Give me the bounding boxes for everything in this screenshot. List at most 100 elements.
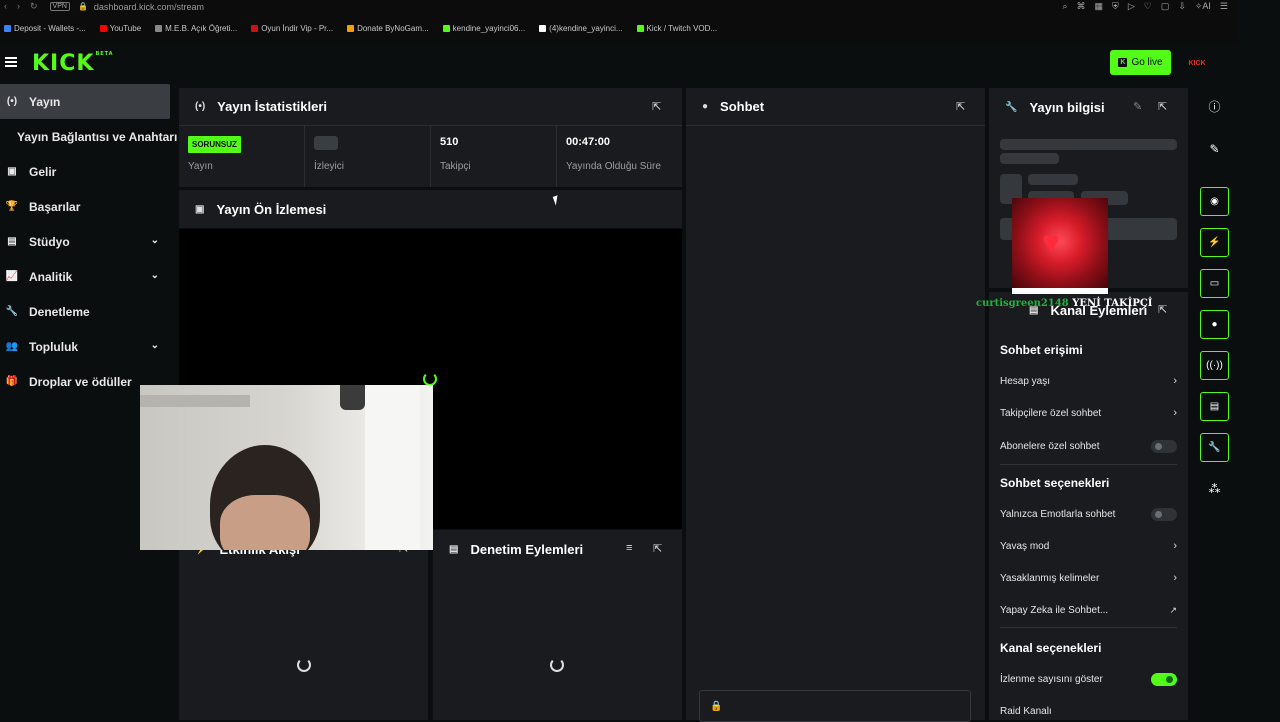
popout-icon[interactable]: ⇱ (1158, 303, 1167, 316)
vpn-badge[interactable]: VPN (49, 2, 70, 11)
stat-uptime-label: Yayında Olduğu Süre (566, 161, 661, 172)
bookmark-item[interactable]: kendine_yayinci06... (442, 24, 525, 33)
sidebar-item-label: Başarılar (29, 199, 81, 214)
menu-icon[interactable]: ☰ (1220, 1, 1228, 12)
bookmark-item[interactable]: Kick / Twitch VOD... (636, 24, 717, 33)
bookmark-label: (4)kendine_yayinci... (549, 24, 623, 33)
bookmark-label: Deposit - Wallets -... (14, 24, 86, 33)
show-viewcount-toggle[interactable] (1151, 672, 1177, 686)
address-field[interactable]: dashboard.kick.com/stream (94, 2, 204, 12)
reload-icon[interactable]: ↻ (30, 1, 38, 12)
video-icon[interactable]: ▷ (1128, 1, 1135, 12)
popout-icon[interactable]: ⇱ (653, 542, 662, 555)
chat-bubble-icon: ● (702, 101, 709, 112)
download-icon[interactable]: ⇩ (1178, 1, 1186, 12)
chevron-down-icon[interactable]: ⌄ (151, 235, 159, 246)
chat-input[interactable]: 🔒 (699, 690, 971, 722)
webcam-overlay (140, 385, 433, 550)
hamburger-menu-icon[interactable] (5, 57, 17, 67)
activity-feed-panel: ⚡ Etkinlik Akışı ≡ ⇱ (179, 530, 428, 720)
studio-icon: ▤ (7, 236, 17, 247)
note-icon[interactable]: ▭ (1200, 269, 1229, 298)
box-icon[interactable]: ▢ (1161, 1, 1170, 12)
ai-chat-label: Yapay Zeka ile Sohbet... (1000, 604, 1109, 616)
ai-icon[interactable]: ✧AI (1195, 1, 1211, 12)
zoom-icon[interactable]: ⌕ (1062, 1, 1067, 12)
layout-icon[interactable]: ▤ (1200, 392, 1229, 421)
stat-status-label: Yayın (188, 161, 213, 172)
popout-icon[interactable]: ⇱ (652, 100, 661, 113)
wrench-icon[interactable]: 🔧 (1200, 433, 1229, 462)
info-icon[interactable]: ⓘ (1200, 92, 1229, 121)
subscribers-only-toggle[interactable] (1151, 439, 1177, 453)
chevron-down-icon[interactable]: ⌄ (151, 340, 159, 351)
emote-only-label: Yalnızca Emotlarla sohbet (1000, 508, 1116, 520)
broadcast-icon[interactable]: ((·)) (1200, 351, 1229, 380)
sidebar-item[interactable]: 🏆 Başarılar (0, 189, 175, 224)
sidebar-item[interactable]: 📈 Analitik ⌄ (0, 259, 175, 294)
browser-nav: ‹ › ↻ (0, 1, 38, 12)
grid-icon[interactable]: ▦ (1095, 1, 1104, 12)
alert-caption (1012, 288, 1108, 294)
account-age-row[interactable]: Hesap yaşı › (1000, 371, 1177, 391)
chevron-down-icon[interactable]: ⌄ (151, 270, 159, 281)
ai-chat-row[interactable]: Yapay Zeka ile Sohbet... ↗ (1000, 600, 1177, 620)
edit-icon[interactable]: ✎ (1200, 134, 1229, 163)
raid-label: Raid Kanalı (1000, 705, 1052, 717)
follower-username: curtisgreen2148 (976, 298, 1069, 309)
eye-icon[interactable]: ◉ (1200, 187, 1229, 216)
bookmark-item[interactable]: M.E.B. Açık Öğreti... (155, 24, 237, 33)
logo-beta: BETA (95, 51, 114, 57)
lightning-icon[interactable]: ⚡ (1200, 228, 1229, 257)
popout-icon[interactable]: ⇱ (1158, 100, 1167, 113)
stats-title: Yayın İstatistikleri (217, 99, 328, 114)
bookmark-item[interactable]: Oyun İndir Vip - Pr... (251, 24, 333, 33)
sidebar-item[interactable]: 👥 Topluluk ⌄ (0, 329, 175, 364)
document-icon: ▤ (449, 543, 459, 555)
stat-followers-label: Takipçi (440, 161, 471, 172)
logo-text: KICK (32, 51, 95, 76)
filter-icon[interactable]: ≡ (626, 542, 632, 554)
slow-mode-row[interactable]: Yavaş mod › (1000, 536, 1177, 556)
preview-title: Yayın Ön İzlemesi (216, 201, 327, 217)
broadcast-icon: (•) (6, 96, 18, 107)
stream-preview-panel: ▣ Yayın Ön İzlemesi (179, 190, 682, 228)
chat-bubble-icon[interactable]: ● (1200, 310, 1229, 339)
shield-icon[interactable]: ⛨ (1112, 1, 1119, 12)
more-icon[interactable]: ⁂ (1200, 474, 1229, 503)
kick-logo[interactable]: KICKBETA (32, 51, 114, 76)
bookmark-item[interactable]: YouTube (99, 24, 142, 33)
raid-row[interactable]: Raid Kanalı (1000, 701, 1177, 721)
popout-icon[interactable]: ⇱ (956, 100, 965, 113)
preview-loading-spinner (423, 372, 437, 386)
status-badge: SORUNSUZ (188, 136, 241, 153)
sidebar-sub-item[interactable]: Yayın Bağlantısı ve Anahtarı (0, 119, 177, 154)
bookmark-item[interactable]: Deposit - Wallets -... (4, 24, 86, 33)
bookmark-item[interactable]: Donate ByNoGam... (347, 24, 429, 33)
sidebar-item[interactable]: ▣ Gelir (0, 154, 175, 189)
sidebar-item[interactable]: ▤ Stüdyo ⌄ (0, 224, 175, 259)
sidebar-item[interactable]: (•) Yayın (0, 84, 170, 119)
go-live-button[interactable]: K Go live (1110, 50, 1171, 75)
bookmark-label: YouTube (109, 24, 142, 33)
banned-words-row[interactable]: Yasaklanmış kelimeler › (1000, 568, 1177, 588)
forward-icon[interactable]: › (17, 1, 20, 12)
bookmark-item[interactable]: (4)kendine_yayinci... (539, 24, 623, 33)
extension-icon[interactable]: ⌘ (1077, 1, 1086, 12)
top-bar: KICKBETA K Go live KICK (0, 44, 1238, 84)
avatar[interactable]: KICK (1186, 52, 1208, 74)
chevron-right-icon: › (1173, 572, 1177, 584)
sidebar-item-label: Analitik (29, 269, 73, 284)
back-icon[interactable]: ‹ (4, 1, 7, 12)
edit-icon[interactable]: ✎ (1133, 100, 1142, 113)
mod-actions-header: ▤ Denetim Eylemleri (433, 530, 682, 568)
follower-label: YENİ TAKİPÇİ (1072, 298, 1153, 309)
followers-only-row[interactable]: Takipçilere özel sohbet › (1000, 403, 1177, 423)
mod-actions-title: Denetim Eylemleri (470, 541, 584, 557)
divider (1000, 464, 1177, 465)
sidebar-item[interactable]: 🔧 Denetleme (0, 294, 175, 329)
emote-only-toggle[interactable] (1151, 507, 1177, 521)
sidebar-item-label: Stüdyo (29, 234, 70, 249)
heart-icon[interactable]: ♡ (1144, 1, 1152, 12)
webcam-lamp (340, 385, 365, 410)
